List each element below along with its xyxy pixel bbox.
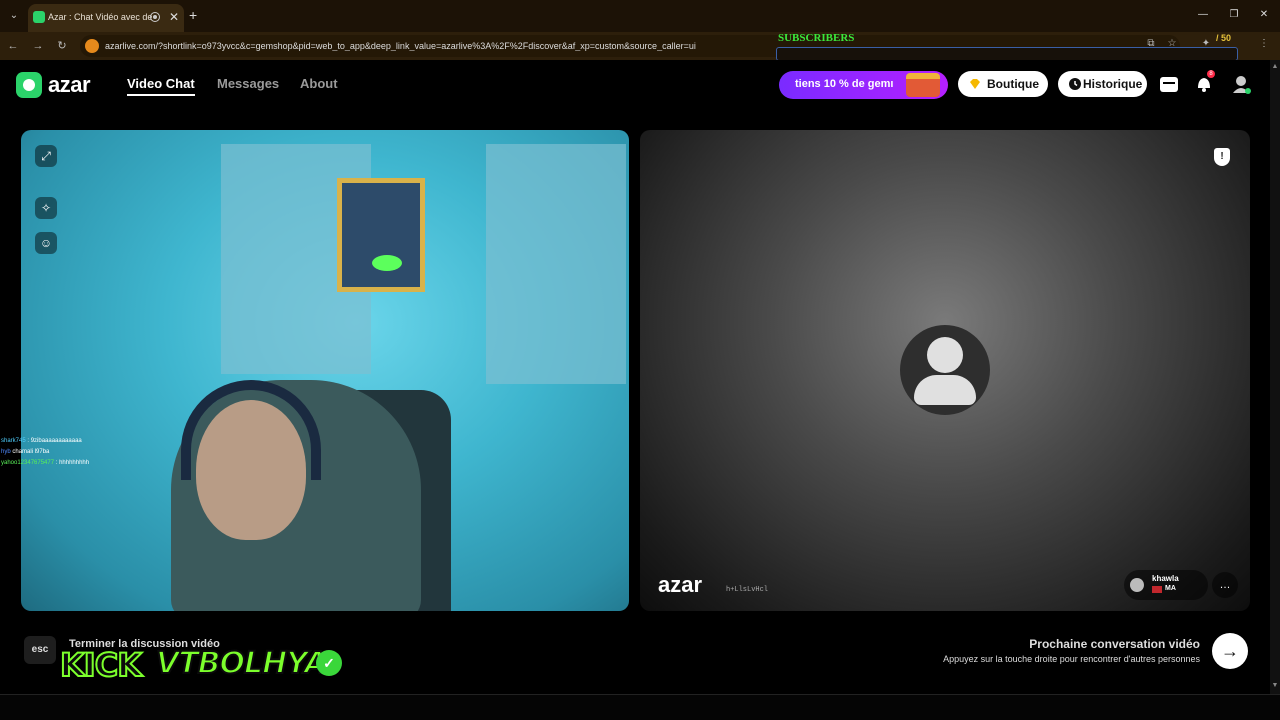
boutique-button[interactable]: Boutique <box>958 71 1048 97</box>
partner-video: ! azar h+LlsLvHcl khawla MA … <box>640 130 1250 611</box>
clock-icon <box>1069 78 1081 90</box>
recording-icon <box>150 12 160 22</box>
chat-text: : hhhhhhhhh <box>55 460 90 466</box>
scroll-down-icon[interactable]: ▼ <box>1271 682 1279 690</box>
frame-light <box>372 255 402 271</box>
watermark-code: h+LlsLvHcl <box>726 586 769 594</box>
profile-avatar-icon[interactable] <box>1230 73 1252 95</box>
gem-icon <box>970 79 980 89</box>
magic-wand-icon[interactable]: ✧ <box>35 197 57 219</box>
promo-text: tiens 10 % de gemı <box>795 78 894 90</box>
azar-logo[interactable]: azar <box>16 72 106 98</box>
next-chat-title: Prochaine conversation vidéo <box>1029 637 1200 651</box>
azar-logo-icon <box>16 72 42 98</box>
close-window-button[interactable]: ✕ <box>1257 8 1271 22</box>
my-camera-video: ⤢ ✧ ☺ <box>21 130 629 611</box>
back-button[interactable]: ← <box>6 39 20 53</box>
gem-promo-banner[interactable]: tiens 10 % de gemı <box>779 71 948 99</box>
partner-name: khawla <box>1152 574 1179 583</box>
azar-favicon-icon <box>33 11 45 23</box>
avatar-head <box>927 337 963 373</box>
os-taskbar <box>0 694 1280 720</box>
notification-badge: 8 <box>1207 70 1215 78</box>
browser-tab[interactable]: Azar : Chat Vidéo avec de n ✕ <box>28 4 184 32</box>
maximize-button[interactable]: ❐ <box>1227 8 1241 22</box>
history-button[interactable]: Historique <box>1058 71 1147 97</box>
poster-right <box>486 144 626 384</box>
kick-logo-text: KICK <box>59 645 143 685</box>
forward-button[interactable]: → <box>31 39 45 53</box>
site-info-icon[interactable] <box>85 39 99 53</box>
face-filter-icon[interactable]: ☺ <box>35 232 57 254</box>
partner-info[interactable]: khawla MA <box>1124 570 1208 600</box>
install-app-icon[interactable]: ⧉ <box>1145 38 1157 50</box>
extensions-icon[interactable]: ✦ <box>1200 38 1212 50</box>
chat-message: hyb chamali l97ba <box>1 449 151 460</box>
chat-message: shark745 : 9zibaaaaaaaaaaaa <box>1 438 151 449</box>
azar-app: azar Video Chat Messages About tiens 10 … <box>0 60 1270 694</box>
boutique-label: Boutique <box>987 77 1039 91</box>
kick-channel-name: VTBOLHYA <box>155 645 328 682</box>
partner-placeholder-avatar <box>900 325 990 415</box>
browser-menu-icon[interactable]: ⋮ <box>1258 38 1270 50</box>
avatar-body <box>914 375 976 405</box>
tab-close-icon[interactable]: ✕ <box>168 10 180 24</box>
page-scrollbar[interactable]: ▲ ▼ <box>1270 60 1280 694</box>
subscribers-label: SUBSCRIBERS <box>778 32 855 44</box>
history-label: Historique <box>1083 77 1143 91</box>
chat-message: yahoo12347675477 : hhhhhhhhh <box>1 460 151 471</box>
chat-username: hyb <box>1 449 11 455</box>
next-chat-hint: Appuyez sur la touche droite pour rencon… <box>943 654 1200 664</box>
tab-title: Azar : Chat Vidéo avec de n <box>48 12 152 22</box>
minimize-button[interactable]: — <box>1196 8 1210 22</box>
chat-text: : 9zibaaaaaaaaaaaa <box>27 438 82 444</box>
partner-country: MA <box>1165 585 1176 592</box>
scroll-up-icon[interactable]: ▲ <box>1271 63 1279 71</box>
chat-username: shark745 <box>1 438 26 444</box>
expand-icon[interactable]: ⤢ <box>35 145 57 167</box>
nav-messages[interactable]: Messages <box>217 76 279 96</box>
chat-username: yahoo12347675477 <box>1 460 55 466</box>
logo-text: azar <box>48 72 91 97</box>
partner-avatar-icon <box>1130 578 1144 592</box>
chat-text: chamali l97ba <box>12 449 50 455</box>
azar-watermark: azar <box>658 572 703 597</box>
bookmark-star-icon[interactable]: ☆ <box>1166 38 1178 50</box>
chat-bubble-icon[interactable]: … <box>1212 572 1238 598</box>
morocco-flag-icon <box>1152 586 1162 593</box>
nav-about[interactable]: About <box>300 76 338 96</box>
next-chat-button[interactable]: → <box>1212 633 1248 669</box>
wall-frame <box>337 178 425 292</box>
new-tab-button[interactable]: + <box>189 8 201 22</box>
url-text: azarlive.com/?shortlink=o973yvcc&c=gemsh… <box>105 41 696 51</box>
treasure-chest-icon <box>906 73 940 97</box>
nav-video-chat[interactable]: Video Chat <box>127 76 195 96</box>
subscribers-count: / 50 <box>1216 33 1232 43</box>
browser-tab-bar: ⌄ Azar : Chat Vidéo avec de n ✕ + — ❐ ✕ <box>0 0 1280 32</box>
esc-key-button[interactable]: esc <box>24 636 56 664</box>
stream-chat-overlay: shark745 : 9zibaaaaaaaaaaaa hyb chamali … <box>1 438 151 472</box>
report-shield-icon[interactable]: ! <box>1214 148 1230 166</box>
notification-bell-icon[interactable]: 8 <box>1193 70 1215 95</box>
inbox-icon[interactable] <box>1158 73 1180 95</box>
tab-search-icon[interactable]: ⌄ <box>6 8 22 24</box>
verified-check-icon: ✓ <box>316 650 342 676</box>
reload-button[interactable]: ↻ <box>55 39 69 53</box>
